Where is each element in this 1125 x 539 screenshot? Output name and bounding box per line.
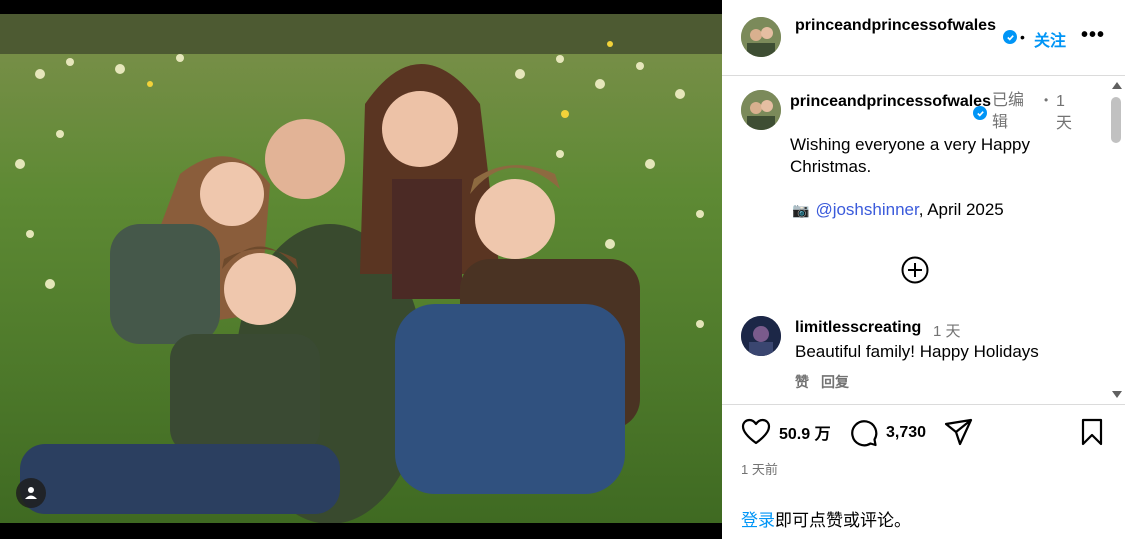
comments-scrollbar[interactable]: [1110, 80, 1124, 400]
heart-icon[interactable]: [741, 418, 771, 446]
comment-icon[interactable]: [849, 418, 878, 447]
comment-action[interactable]: 3,730: [849, 418, 926, 447]
author-avatar[interactable]: [741, 17, 781, 57]
verified-badge-icon: [973, 106, 987, 120]
post-details-panel: princeandprincessofwales • 关注 ••• prince…: [722, 0, 1125, 539]
divider: [722, 404, 1125, 405]
comment-text: Beautiful family! Happy Holidays: [795, 342, 1039, 361]
share-icon[interactable]: [944, 418, 974, 446]
comment-reply-button[interactable]: 回复: [821, 374, 849, 390]
caption-author-avatar[interactable]: [741, 90, 781, 130]
author-username[interactable]: princeandprincessofwales: [795, 16, 1005, 36]
commenter-username[interactable]: limitlesscreating: [795, 319, 921, 337]
post-actions: 50.9 万 3,730: [722, 418, 1125, 452]
comments-section[interactable]: princeandprincessofwales 已编辑 • 1 天 Wishi…: [722, 77, 1125, 403]
family-photo-illustration: [0, 14, 722, 523]
separator-dot: •: [1020, 29, 1025, 45]
caption-time[interactable]: 1 天: [1056, 91, 1078, 135]
commenter-avatar[interactable]: [741, 316, 781, 356]
bookmark-icon[interactable]: [1080, 418, 1104, 446]
follow-button[interactable]: 关注: [1034, 27, 1066, 51]
login-link[interactable]: 登录: [741, 511, 775, 530]
caption-text: Wishing everyone a very Happy Christmas.: [790, 135, 1031, 176]
edited-label: 已编辑: [992, 92, 1025, 131]
credit-date: , April 2025: [918, 200, 1004, 219]
credit-mention-link[interactable]: @joshshinner: [815, 200, 918, 219]
like-count[interactable]: 50.9 万: [779, 420, 831, 444]
plus-circle-icon[interactable]: [900, 255, 930, 285]
tagged-user-icon[interactable]: [16, 478, 46, 508]
separator-dot: •: [1044, 93, 1049, 107]
media-panel: [0, 0, 722, 539]
comment-count: 3,730: [886, 423, 927, 441]
scroll-up-arrow-icon[interactable]: [1112, 82, 1122, 89]
login-prompt: 登录即可点赞或评论。: [741, 506, 911, 531]
comment-time[interactable]: 1 天: [933, 320, 961, 341]
post-header: princeandprincessofwales • 关注 •••: [722, 0, 1125, 76]
posted-time[interactable]: 1 天前: [741, 459, 778, 478]
save-action[interactable]: [1080, 418, 1104, 446]
caption-username[interactable]: princeandprincessofwales: [790, 92, 991, 112]
instagram-post-view: princeandprincessofwales • 关注 ••• prince…: [0, 0, 1125, 539]
photo-credit: 📷 @joshshinner, April 2025: [792, 199, 1004, 221]
more-options-icon[interactable]: •••: [1081, 24, 1105, 47]
post-photo[interactable]: [0, 14, 722, 523]
login-prompt-text: 即可点赞或评论。: [775, 511, 911, 530]
like-action[interactable]: 50.9 万: [741, 418, 831, 446]
comment-like-button[interactable]: 赞: [795, 374, 809, 390]
camera-icon: 📷: [792, 202, 810, 218]
scroll-thumb[interactable]: [1111, 97, 1121, 143]
comment-actions: 赞回复: [795, 372, 861, 392]
verified-badge-icon: [1003, 30, 1017, 44]
share-action[interactable]: [944, 418, 974, 446]
scroll-down-arrow-icon[interactable]: [1112, 391, 1122, 398]
